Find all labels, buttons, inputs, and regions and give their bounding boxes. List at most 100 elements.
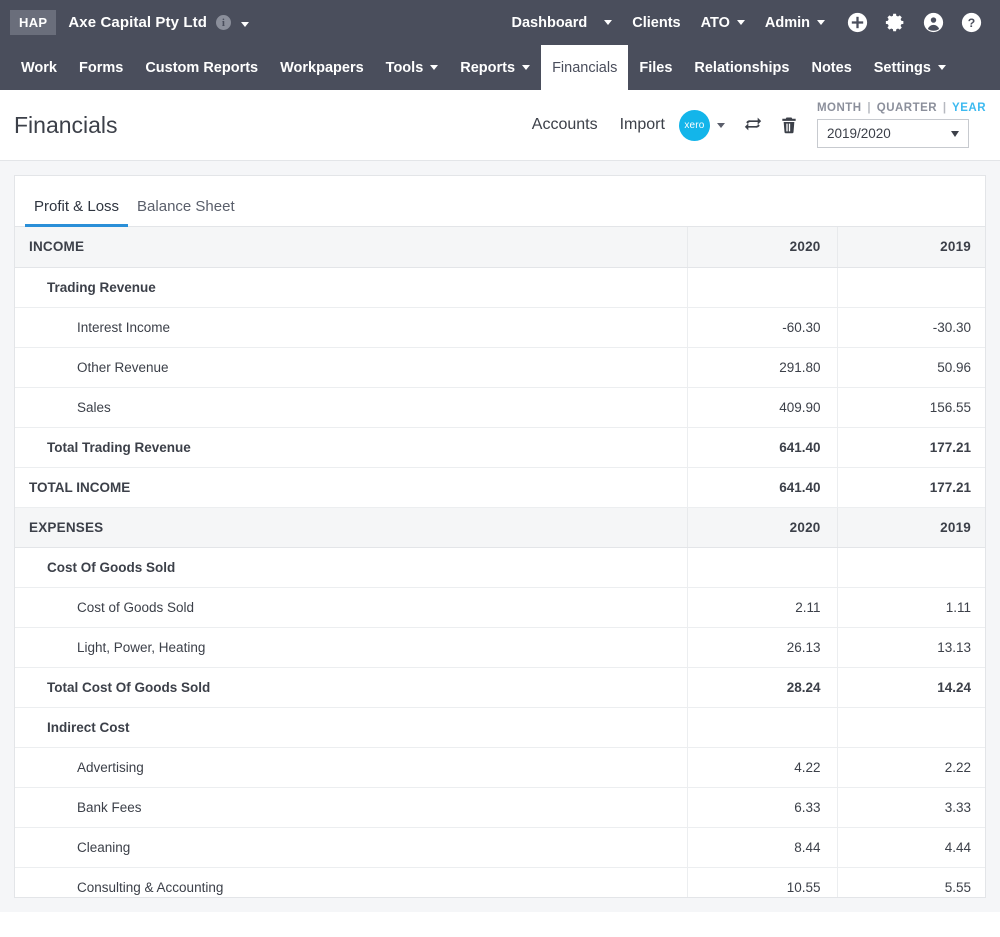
plus-circle-icon[interactable] bbox=[847, 12, 868, 33]
trash-icon[interactable] bbox=[779, 114, 799, 136]
period-separator: | bbox=[867, 102, 872, 114]
subnav-item-forms[interactable]: Forms bbox=[68, 45, 134, 90]
subnav-item-settings[interactable]: Settings bbox=[863, 45, 957, 90]
subnav-item-work[interactable]: Work bbox=[10, 45, 68, 90]
client-dropdown-caret[interactable] bbox=[240, 14, 249, 32]
period-tab-month[interactable]: MONTH bbox=[817, 102, 862, 114]
table-row[interactable]: Interest Income -60.30 -30.30 bbox=[15, 307, 985, 348]
subnav-item-workpapers[interactable]: Workpapers bbox=[269, 45, 375, 90]
page-header: Financials Accounts Import xero MONTH | … bbox=[0, 90, 1000, 161]
row-value-2020 bbox=[686, 707, 837, 748]
row-label: Consulting & Accounting bbox=[15, 867, 687, 897]
top-bar: HAP Axe Capital Pty Ltd i Dashboard Clie… bbox=[0, 0, 1000, 45]
help-circle-icon[interactable]: ? bbox=[961, 12, 982, 33]
nav-item-ato[interactable]: ATO bbox=[701, 15, 745, 31]
nav-label-admin: Admin bbox=[764, 14, 810, 31]
subnav-label-notes: Notes bbox=[811, 59, 852, 76]
row-value-2020: 28.24 bbox=[686, 667, 837, 708]
import-link[interactable]: Import bbox=[620, 116, 665, 134]
profit-loss-table: INCOME 2020 2019 Trading Revenue Interest In… bbox=[15, 227, 985, 897]
row-label: INCOME bbox=[15, 227, 687, 268]
xero-dropdown-caret-icon[interactable] bbox=[716, 122, 725, 128]
table-row[interactable]: Bank Fees 6.33 3.33 bbox=[15, 787, 985, 828]
table-row[interactable]: Cleaning 8.44 4.44 bbox=[15, 827, 985, 868]
table-row[interactable]: Indirect Cost bbox=[15, 707, 985, 748]
row-value-2019: 177.21 bbox=[836, 427, 985, 468]
period-tab-quarter[interactable]: QUARTER bbox=[877, 102, 937, 114]
row-label: Light, Power, Heating bbox=[15, 627, 687, 668]
nav-item-dashboard[interactable]: Dashboard bbox=[512, 15, 613, 31]
row-value-2020: 641.40 bbox=[686, 467, 837, 508]
refresh-icon[interactable] bbox=[743, 114, 763, 136]
table-row[interactable]: Trading Revenue bbox=[15, 267, 985, 308]
client-name: Axe Capital Pty Ltd bbox=[68, 14, 207, 31]
topbar-icon-group: ? bbox=[847, 12, 990, 33]
table-row[interactable]: Light, Power, Heating 26.13 13.13 bbox=[15, 627, 985, 668]
row-label: TOTAL INCOME bbox=[15, 467, 687, 508]
subnav-item-tools[interactable]: Tools bbox=[375, 45, 450, 90]
primary-nav: Dashboard Clients ATO Admin bbox=[512, 15, 825, 31]
subnav-item-files[interactable]: Files bbox=[628, 45, 683, 90]
subnav-item-reports[interactable]: Reports bbox=[449, 45, 541, 90]
subnav-item-relationships[interactable]: Relationships bbox=[683, 45, 800, 90]
row-label: Cost of Goods Sold bbox=[15, 587, 687, 628]
period-tab-year[interactable]: YEAR bbox=[952, 102, 986, 114]
row-value-2020: 409.90 bbox=[686, 387, 837, 428]
row-label: Interest Income bbox=[15, 307, 687, 348]
accounts-link[interactable]: Accounts bbox=[532, 116, 598, 134]
app-logo-badge[interactable]: HAP bbox=[10, 10, 57, 35]
nav-label-ato: ATO bbox=[700, 14, 730, 31]
table-row[interactable]: Consulting & Accounting 10.55 5.55 bbox=[15, 867, 985, 897]
nav-label-clients: Clients bbox=[632, 14, 681, 31]
subnav-label-tools: Tools bbox=[385, 59, 424, 76]
row-value-2019: 2019 bbox=[836, 507, 985, 548]
xero-logo-button[interactable]: xero bbox=[678, 109, 710, 141]
table-row[interactable]: Other Revenue 291.80 50.96 bbox=[15, 347, 985, 388]
subnav-label-financials: Financials bbox=[552, 59, 618, 76]
table-row[interactable]: Advertising 4.22 2.22 bbox=[15, 747, 985, 788]
chevron-down-icon bbox=[736, 20, 745, 25]
tab-profit-loss[interactable]: Profit & Loss bbox=[25, 194, 129, 227]
user-account-icon[interactable] bbox=[923, 12, 944, 33]
row-value-2020: 6.33 bbox=[686, 787, 837, 828]
row-value-2020: -60.30 bbox=[686, 307, 837, 348]
row-label: Cleaning bbox=[15, 827, 687, 868]
table-row[interactable]: Total Trading Revenue 641.40 177.21 bbox=[15, 427, 985, 468]
row-value-2019: 177.21 bbox=[836, 467, 985, 508]
subnav-label-work: Work bbox=[21, 59, 57, 76]
subnav-item-financials[interactable]: Financials bbox=[541, 45, 629, 90]
subnav-label-relationships: Relationships bbox=[694, 59, 790, 76]
row-label: Advertising bbox=[15, 747, 687, 788]
subnav-item-notes[interactable]: Notes bbox=[800, 45, 862, 90]
subnav-item-custom-reports[interactable]: Custom Reports bbox=[134, 45, 269, 90]
table-row[interactable]: Total Cost Of Goods Sold 28.24 14.24 bbox=[15, 667, 985, 708]
chevron-down-icon bbox=[522, 65, 531, 70]
row-value-2020: 2020 bbox=[686, 227, 837, 268]
table-row[interactable]: Cost of Goods Sold 2.11 1.11 bbox=[15, 587, 985, 628]
row-value-2020 bbox=[686, 267, 837, 308]
table-body: INCOME 2020 2019 Trading Revenue Interest In… bbox=[15, 227, 985, 897]
table-row[interactable]: EXPENSES 2020 2019 bbox=[15, 507, 985, 548]
table-row[interactable]: Sales 409.90 156.55 bbox=[15, 387, 985, 428]
info-icon[interactable]: i bbox=[215, 15, 231, 30]
row-value-2019: -30.30 bbox=[836, 307, 985, 348]
subnav-label-settings: Settings bbox=[873, 59, 931, 76]
tab-balance-sheet[interactable]: Balance Sheet bbox=[128, 194, 244, 227]
svg-text:?: ? bbox=[968, 16, 975, 30]
table-row[interactable]: INCOME 2020 2019 bbox=[15, 227, 985, 268]
gear-icon[interactable] bbox=[885, 12, 906, 33]
chevron-down-icon bbox=[817, 20, 825, 25]
subnav-label-reports: Reports bbox=[460, 59, 516, 76]
table-row[interactable]: TOTAL INCOME 641.40 177.21 bbox=[15, 467, 985, 508]
row-label: Bank Fees bbox=[15, 787, 687, 828]
table-row[interactable]: Cost Of Goods Sold bbox=[15, 547, 985, 588]
nav-item-admin[interactable]: Admin bbox=[765, 15, 825, 31]
row-value-2019: 50.96 bbox=[836, 347, 985, 388]
chevron-down-icon bbox=[937, 65, 946, 70]
nav-item-clients[interactable]: Clients bbox=[632, 15, 680, 31]
year-select[interactable]: 2019/2020 bbox=[816, 119, 969, 148]
period-selector: MONTH | QUARTER | YEAR 2019/2020 bbox=[816, 102, 986, 148]
nav-label-dashboard: Dashboard bbox=[511, 14, 588, 31]
financials-card: Profit & Loss Balance Sheet INCOME 2020 20… bbox=[14, 175, 986, 898]
row-label: Total Trading Revenue bbox=[15, 427, 687, 468]
